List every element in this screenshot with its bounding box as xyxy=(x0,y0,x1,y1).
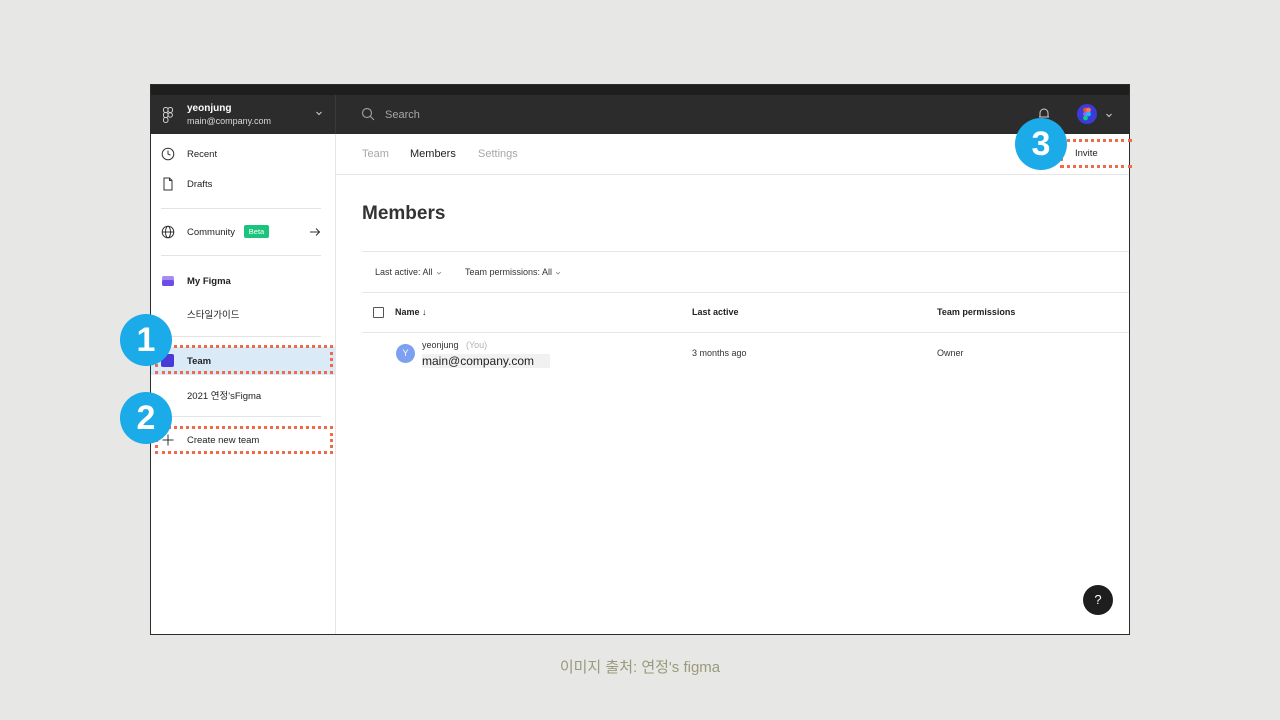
tab-team[interactable]: Team xyxy=(362,148,389,160)
chevron-down-icon[interactable] xyxy=(1105,111,1113,119)
column-header-last-active[interactable]: Last active xyxy=(692,307,739,317)
filter-label: Last active: All xyxy=(375,267,433,277)
sidebar-item-style-guide[interactable]: 스타일가이드 xyxy=(151,298,335,326)
title-strip xyxy=(151,85,1129,95)
you-tag: (You) xyxy=(466,340,488,350)
sidebar-item-recent[interactable]: Recent xyxy=(151,140,335,168)
image-caption: 이미지 출처: 연정's figma xyxy=(559,659,721,676)
page-title: Members xyxy=(362,203,446,224)
sidebar-item-label: My Figma xyxy=(187,276,231,287)
permission-value[interactable]: Owner xyxy=(937,348,964,358)
search-icon xyxy=(361,107,375,121)
sidebar-item-community[interactable]: Community Beta xyxy=(151,218,335,246)
clock-icon xyxy=(161,147,175,161)
top-bar: yeonjung main@company.com xyxy=(151,95,1129,134)
help-button[interactable]: ? xyxy=(1083,585,1113,615)
annotation-marker-1: 1 xyxy=(120,314,172,366)
last-active-value: 3 months ago xyxy=(692,348,747,358)
divider xyxy=(362,251,1129,252)
sidebar-item-my-figma[interactable]: My Figma xyxy=(151,267,335,295)
arrow-right-icon xyxy=(310,228,321,236)
account-switcher[interactable]: yeonjung main@company.com xyxy=(151,95,336,134)
member-email: main@company.com xyxy=(422,354,550,368)
divider xyxy=(161,416,321,417)
sidebar-item-label: Community xyxy=(187,227,236,238)
select-all-checkbox[interactable] xyxy=(373,307,384,318)
sidebar-item-label: Recent xyxy=(187,149,218,160)
figma-logo-icon xyxy=(1083,107,1091,121)
divider xyxy=(161,255,321,256)
chevron-down-icon xyxy=(316,111,322,116)
tab-members[interactable]: Members xyxy=(410,148,456,160)
org-icon xyxy=(162,276,174,286)
figma-logo-icon xyxy=(163,107,173,123)
globe-icon xyxy=(161,225,175,239)
sidebar: Recent Drafts Community Beta My Figma 스타… xyxy=(151,134,336,634)
divider xyxy=(161,336,321,337)
beta-badge: Beta xyxy=(244,225,269,238)
column-header-permissions[interactable]: Team permissions xyxy=(937,307,1015,317)
sidebar-item-team-2021[interactable]: 2021 연정'sFigma xyxy=(151,379,335,407)
annotation-marker-2: 2 xyxy=(120,392,172,444)
search-input[interactable] xyxy=(383,106,687,124)
tab-settings[interactable]: Settings xyxy=(478,148,518,160)
chevron-down-icon xyxy=(555,271,561,275)
filter-team-permissions[interactable]: Team permissions: All xyxy=(465,267,561,277)
tab-bar: Team Members Settings Invite xyxy=(335,134,1129,175)
divider xyxy=(161,208,321,209)
sidebar-item-label: 2021 연정'sFigma xyxy=(187,391,262,402)
account-email: main@company.com xyxy=(187,116,271,126)
main-content: Team Members Settings Invite Members Las… xyxy=(335,134,1129,634)
divider xyxy=(362,292,1129,293)
member-name: yeonjung xyxy=(422,340,459,350)
annotation-marker-3: 3 xyxy=(1015,118,1067,170)
avatar: Y xyxy=(396,344,415,363)
filter-label: Team permissions: All xyxy=(465,267,553,277)
annotation-highlight-create-team xyxy=(155,426,333,454)
chevron-down-icon xyxy=(436,271,441,275)
sidebar-item-label: Drafts xyxy=(187,179,213,190)
account-name: yeonjung xyxy=(187,103,232,114)
annotation-highlight-invite xyxy=(1060,139,1132,168)
user-avatar[interactable] xyxy=(1077,104,1097,124)
annotation-highlight-team xyxy=(155,345,333,374)
sidebar-item-label: 스타일가이드 xyxy=(187,310,240,321)
divider xyxy=(362,332,1129,333)
column-header-name[interactable]: Name ↓ xyxy=(395,307,427,317)
sidebar-item-drafts[interactable]: Drafts xyxy=(151,170,335,198)
filter-last-active[interactable]: Last active: All xyxy=(375,267,442,277)
file-icon xyxy=(163,177,173,191)
